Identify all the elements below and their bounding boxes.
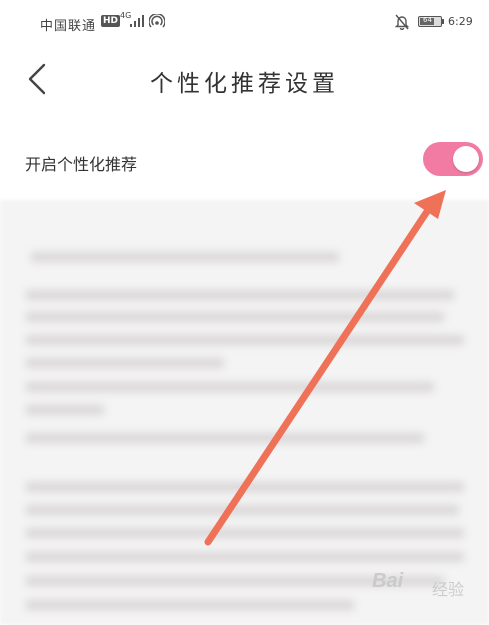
signal-icon <box>130 15 144 27</box>
blurred-description <box>0 200 489 625</box>
battery-cap <box>442 19 444 24</box>
personalized-recommendation-toggle[interactable] <box>423 142 483 176</box>
personalized-recommendation-row: 开启个性化推荐 <box>0 138 489 184</box>
watermark-logo: Bai <box>372 570 404 592</box>
toggle-knob <box>453 146 479 172</box>
carrier-name: 中国联通 <box>40 19 97 34</box>
battery-level-text: 64 <box>423 16 432 24</box>
status-bar: 中国联通 HD 4G 64 6:29 <box>0 0 489 44</box>
hd-badge: HD <box>101 15 121 27</box>
watermark-text: 经验 <box>432 580 465 599</box>
setting-label: 开启个性化推荐 <box>25 155 138 174</box>
battery-icon: 64 <box>418 16 442 27</box>
page-title: 个性化推荐设置 <box>150 71 339 97</box>
hotspot-icon <box>149 14 165 28</box>
status-time: 6:29 <box>448 15 473 28</box>
bell-off-icon <box>395 14 409 30</box>
